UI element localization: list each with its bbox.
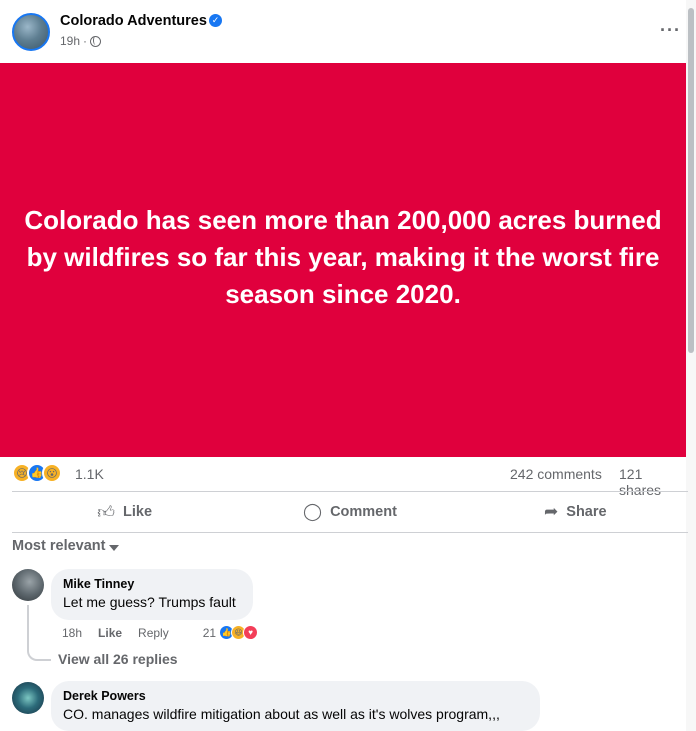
comment-button[interactable]: ◯ Comment (237, 492, 462, 532)
comments-count[interactable]: 242 comments (510, 466, 602, 482)
post-time[interactable]: 19h (60, 34, 80, 48)
commenter-avatar-derek[interactable] (12, 682, 44, 714)
share-button[interactable]: ➦ Share (463, 492, 688, 532)
page-name[interactable]: Colorado Adventures (60, 13, 207, 29)
post-actions: 👍︎ Like ◯ Comment ➦ Share (12, 491, 688, 533)
wow-reaction-icon: 😮 (42, 463, 62, 483)
reaction-icons[interactable]: 😢 👍 😮 (12, 463, 62, 483)
comment-bubble: Derek Powers CO. manages wildfire mitiga… (51, 681, 540, 731)
thumbs-up-icon: 👍︎ (97, 502, 116, 522)
reply-thread-line (27, 605, 51, 661)
comment-bubble-icon: ◯ (303, 502, 323, 521)
care-reaction-icon: ♥ (243, 625, 259, 640)
view-replies-link[interactable]: View all 26 replies (58, 651, 178, 667)
comment-time[interactable]: 18h (62, 626, 82, 640)
comment-sort-dropdown[interactable]: Most relevant (12, 538, 120, 554)
like-label: Like (123, 504, 153, 520)
post-header: Colorado Adventures ✓ 19h · ··· (0, 0, 686, 63)
share-label: Share (566, 504, 607, 520)
comment-meta: 18h Like Reply 21 👍 😆 ♥ (62, 625, 259, 640)
scrollbar[interactable] (686, 0, 696, 731)
more-options-icon[interactable]: ··· (660, 20, 681, 41)
commenter-avatar-mike[interactable] (12, 569, 44, 601)
post-stats: 😢 👍 😮 1.1K 242 comments 121 shares (12, 462, 688, 498)
comment-label: Comment (330, 504, 397, 520)
comment-reaction-count[interactable]: 21 (203, 626, 216, 640)
comment-bubble: Mike Tinney Let me guess? Trumps fault (51, 569, 253, 620)
comment-author[interactable]: Mike Tinney (63, 577, 241, 591)
globe-icon (90, 35, 102, 47)
comment-author[interactable]: Derek Powers (63, 689, 528, 703)
comment-text: CO. manages wildfire mitigation about as… (63, 706, 500, 722)
verified-check-icon: ✓ (209, 14, 222, 27)
reaction-count[interactable]: 1.1K (75, 466, 104, 482)
comment-text: Let me guess? Trumps fault (63, 594, 236, 610)
meta-separator: · (83, 34, 88, 48)
page-avatar[interactable] (12, 13, 50, 51)
sort-label: Most relevant (12, 538, 106, 554)
post-image[interactable]: Colorado has seen more than 200,000 acre… (0, 63, 686, 457)
scrollbar-thumb[interactable] (688, 8, 694, 353)
like-button[interactable]: 👍︎ Like (12, 492, 237, 532)
comment-like-button[interactable]: Like (98, 626, 122, 640)
comment-reply-button[interactable]: Reply (138, 626, 169, 640)
post-meta: 19h · (60, 34, 102, 48)
share-arrow-icon: ➦ (544, 502, 559, 521)
post-image-text: Colorado has seen more than 200,000 acre… (24, 205, 662, 309)
caret-down-icon (109, 544, 120, 551)
